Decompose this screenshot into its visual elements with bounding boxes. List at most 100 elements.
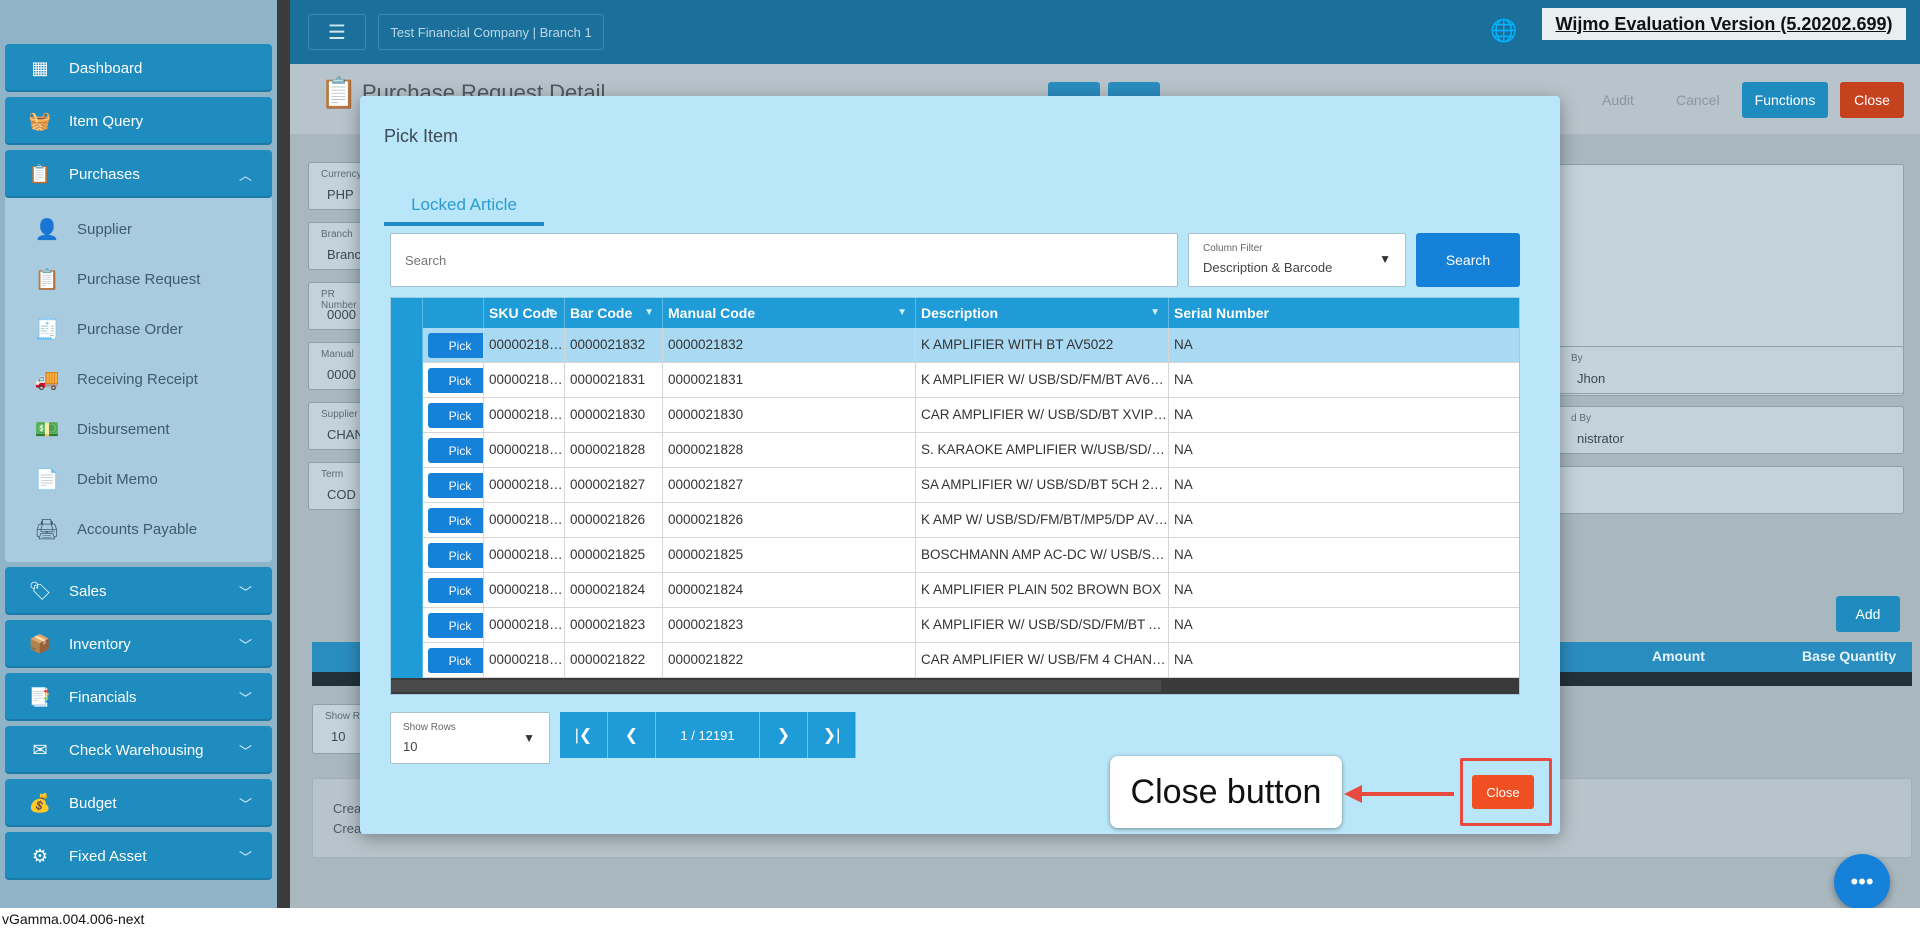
sidebar-subitem-debit-memo[interactable]: 📄 Debit Memo: [5, 454, 272, 504]
audit-link[interactable]: Audit: [1602, 92, 1634, 108]
row-header[interactable]: [391, 608, 423, 643]
pick-button[interactable]: Pick: [428, 648, 483, 673]
cell-sku-code[interactable]: 0000021823: [484, 608, 565, 643]
table-row[interactable]: Pick 0000021824 0000021824 0000021824 K AMPL…: [391, 573, 1519, 608]
row-header[interactable]: [391, 538, 423, 573]
cell-manual-code[interactable]: 0000021832: [663, 328, 916, 363]
cell-bar-code[interactable]: 0000021822: [565, 643, 663, 678]
cell-bar-code[interactable]: 0000021830: [565, 398, 663, 433]
cell-serial-number[interactable]: NA: [1169, 503, 1519, 538]
pick-button[interactable]: Pick: [428, 333, 483, 358]
cell-serial-number[interactable]: NA: [1169, 538, 1519, 573]
pick-button[interactable]: Pick: [428, 438, 483, 463]
sidebar-subitem-receiving-receipt[interactable]: 🚚 Receiving Receipt: [5, 354, 272, 404]
pick-button[interactable]: Pick: [428, 613, 483, 638]
functions-button[interactable]: Functions: [1742, 82, 1828, 118]
add-button[interactable]: Add: [1836, 596, 1900, 632]
cell-description[interactable]: S. KARAOKE AMPLIFIER W/USB/SD/BT AV-739: [916, 433, 1169, 468]
show-rows-select[interactable]: Show Rows 10 ▼: [390, 712, 550, 764]
cell-sku-code[interactable]: 0000021828: [484, 433, 565, 468]
pick-button[interactable]: Pick: [428, 368, 483, 393]
prev-page-button[interactable]: ❮: [608, 712, 656, 758]
cell-serial-number[interactable]: NA: [1169, 363, 1519, 398]
cell-description[interactable]: BOSCHMANN AMP AC-DC W/ USB/SD/FM/2...: [916, 538, 1169, 573]
cell-serial-number[interactable]: NA: [1169, 608, 1519, 643]
cell-description[interactable]: K AMP W/ USB/SD/FM/BT/MP5/DP AV8022: [916, 503, 1169, 538]
column-header-description[interactable]: Description ▼: [916, 298, 1169, 328]
cell-manual-code[interactable]: 0000021828: [663, 433, 916, 468]
company-selector[interactable]: Test Financial Company | Branch 1: [378, 14, 604, 50]
table-row[interactable]: Pick 0000021826 0000021826 0000021826 K AMP …: [391, 503, 1519, 538]
cell-manual-code[interactable]: 0000021830: [663, 398, 916, 433]
sidebar-item-item-query[interactable]: 🧺 Item Query: [5, 97, 272, 145]
cell-description[interactable]: K AMPLIFIER WITH BT AV5022: [916, 328, 1169, 363]
cell-description[interactable]: K AMPLIFIER W/ USB/SD/FM/BT AV6022: [916, 363, 1169, 398]
row-header[interactable]: [391, 398, 423, 433]
cell-bar-code[interactable]: 0000021827: [565, 468, 663, 503]
cell-serial-number[interactable]: NA: [1169, 573, 1519, 608]
row-header[interactable]: [391, 503, 423, 538]
hamburger-menu-button[interactable]: ☰: [308, 14, 366, 50]
cell-sku-code[interactable]: 0000021825: [484, 538, 565, 573]
cell-bar-code[interactable]: 0000021824: [565, 573, 663, 608]
pr-number-field[interactable]: PR Number 0000: [308, 282, 368, 330]
row-header[interactable]: [391, 643, 423, 678]
cell-sku-code[interactable]: 0000021822: [484, 643, 565, 678]
column-header-sku-code[interactable]: SKU Code ▼: [484, 298, 565, 328]
pick-button[interactable]: Pick: [428, 508, 483, 533]
cell-manual-code[interactable]: 0000021823: [663, 608, 916, 643]
table-row[interactable]: Pick 0000021822 0000021822 0000021822 CAR AM…: [391, 643, 1519, 678]
sidebar-item-sales[interactable]: 🏷 Sales ﹀: [5, 567, 272, 615]
globe-icon[interactable]: 🌐: [1490, 18, 1517, 44]
amount-column-header[interactable]: Amount: [1652, 648, 1705, 664]
wijmo-evaluation-banner[interactable]: Wijmo Evaluation Version (5.20202.699): [1542, 8, 1906, 40]
table-row[interactable]: Pick 0000021823 0000021823 0000021823 K AMPL…: [391, 608, 1519, 643]
filter-icon[interactable]: ▼: [897, 298, 907, 328]
cell-manual-code[interactable]: 0000021825: [663, 538, 916, 573]
sidebar-subitem-purchase-request[interactable]: 📋 Purchase Request: [5, 254, 272, 304]
branch-field[interactable]: Branch Branch: [308, 222, 368, 270]
row-header[interactable]: [391, 433, 423, 468]
cell-bar-code[interactable]: 0000021831: [565, 363, 663, 398]
filter-icon[interactable]: ▼: [644, 298, 654, 328]
cell-serial-number[interactable]: NA: [1169, 398, 1519, 433]
cell-bar-code[interactable]: 0000021823: [565, 608, 663, 643]
sidebar-subitem-accounts-payable[interactable]: 🖨 Accounts Payable: [5, 504, 272, 554]
filter-icon[interactable]: ▼: [546, 298, 556, 328]
cell-description[interactable]: CAR AMPLIFIER W/ USB/FM 4 CHANNEL MR...: [916, 643, 1169, 678]
cell-description[interactable]: K AMPLIFIER PLAIN 502 BROWN BOX: [916, 573, 1169, 608]
cell-description[interactable]: CAR AMPLIFIER W/ USB/SD/BT XVIP1805: [916, 398, 1169, 433]
cell-bar-code[interactable]: 0000021825: [565, 538, 663, 573]
row-header[interactable]: [391, 468, 423, 503]
base-quantity-column-header[interactable]: Base Quantity: [1802, 648, 1896, 664]
cell-serial-number[interactable]: NA: [1169, 643, 1519, 678]
pick-button[interactable]: Pick: [428, 543, 483, 568]
last-page-button[interactable]: ❯|: [808, 712, 856, 758]
cell-manual-code[interactable]: 0000021822: [663, 643, 916, 678]
table-row[interactable]: Pick 0000021830 0000021830 0000021830 CAR AM…: [391, 398, 1519, 433]
next-page-button[interactable]: ❯: [760, 712, 808, 758]
sidebar-item-fixed-asset[interactable]: ⚙ Fixed Asset ﹀: [5, 832, 272, 880]
cell-bar-code[interactable]: 0000021826: [565, 503, 663, 538]
cell-serial-number[interactable]: NA: [1169, 328, 1519, 363]
table-row[interactable]: Pick 0000021828 0000021828 0000021828 S. KAR…: [391, 433, 1519, 468]
sidebar-subitem-supplier[interactable]: 👤 Supplier: [5, 204, 272, 254]
filter-icon[interactable]: ▼: [1150, 298, 1160, 328]
cell-sku-code[interactable]: 0000021826: [484, 503, 565, 538]
pick-button[interactable]: Pick: [428, 473, 483, 498]
row-header[interactable]: [391, 573, 423, 608]
row-header[interactable]: [391, 363, 423, 398]
page-close-button[interactable]: Close: [1840, 82, 1904, 118]
sidebar-item-financials[interactable]: 📑 Financials ﹀: [5, 673, 272, 721]
pick-button[interactable]: Pick: [428, 578, 483, 603]
table-row[interactable]: Pick 0000021827 0000021827 0000021827 SA AMP…: [391, 468, 1519, 503]
cell-sku-code[interactable]: 0000021830: [484, 398, 565, 433]
grid-horizontal-scrollbar[interactable]: [391, 678, 1519, 694]
sidebar-subitem-purchase-order[interactable]: 🧾 Purchase Order: [5, 304, 272, 354]
sidebar-subitem-disbursement[interactable]: 💵 Disbursement: [5, 404, 272, 454]
pick-button[interactable]: Pick: [428, 403, 483, 428]
cell-manual-code[interactable]: 0000021826: [663, 503, 916, 538]
cell-manual-code[interactable]: 0000021827: [663, 468, 916, 503]
status-field[interactable]: [1558, 466, 1904, 514]
term-field[interactable]: Term COD: [308, 462, 368, 510]
